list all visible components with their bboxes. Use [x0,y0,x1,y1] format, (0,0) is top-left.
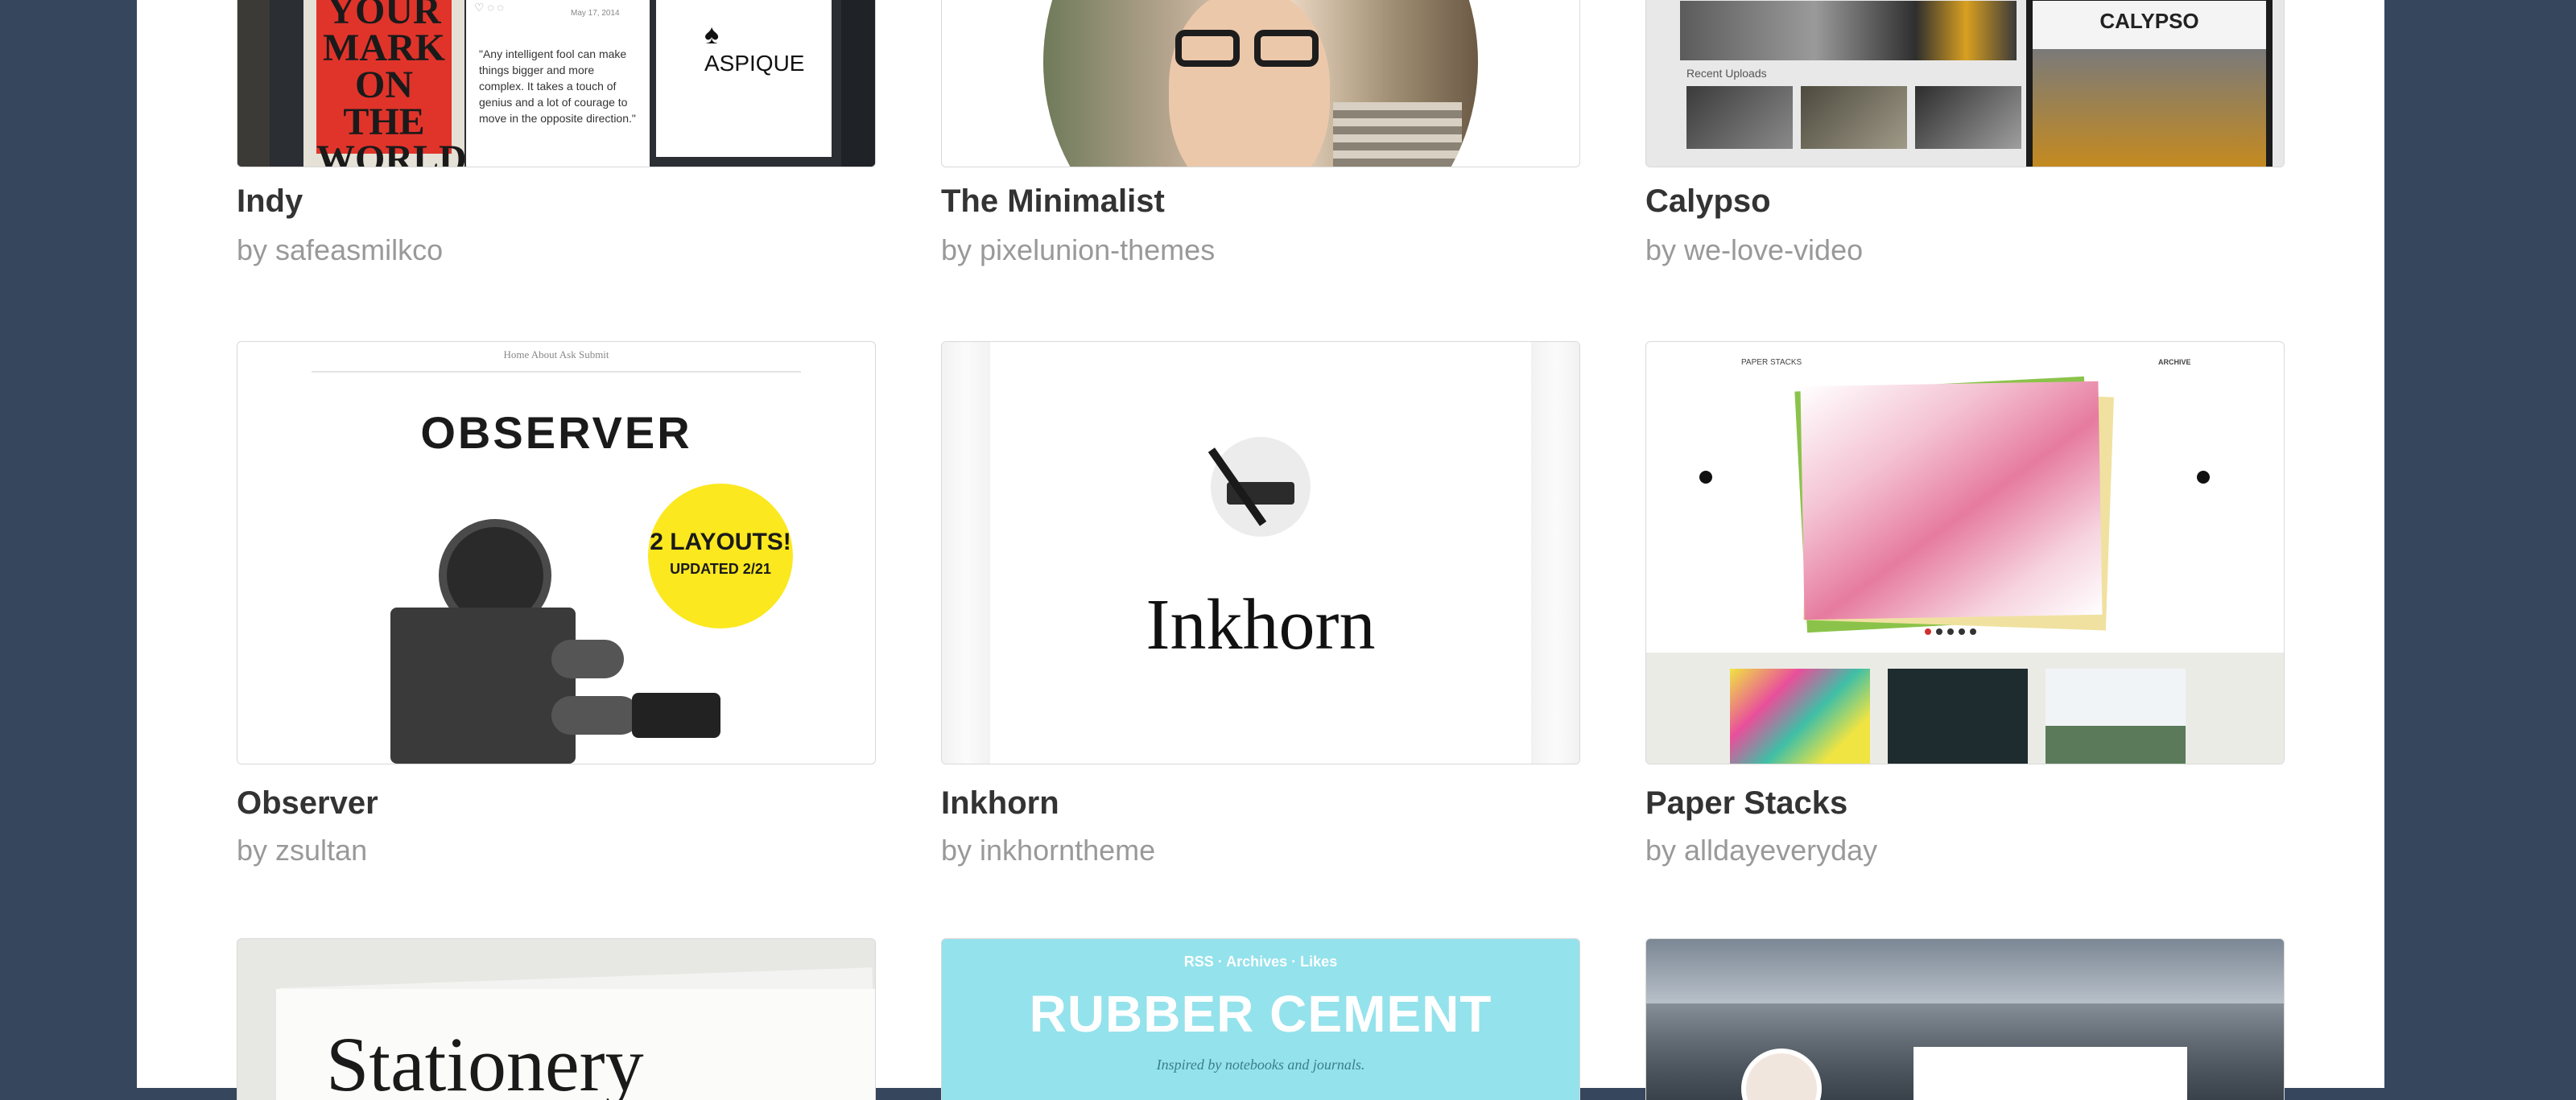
theme-preview-mountain[interactable] [1645,938,2285,1100]
theme-title[interactable]: Indy [237,183,303,220]
indy-quote-date: May 17, 2014 [571,9,620,18]
indy-card-tile: ♠ ASPIQUE [656,0,832,157]
theme-gallery-panel: YOUR MARK ON THE WORLD May 17, 2014 ♡ ◌ … [137,0,2384,1100]
paper-thumb-2 [1888,669,2028,764]
theme-author[interactable]: by inkhorntheme [941,834,1155,867]
rubber-cement-heading: RUBBER CEMENT [1029,985,1492,1043]
minimalist-portrait-circle [1043,0,1478,167]
inkhorn-left-rail [942,342,990,764]
observer-nav: Home About Ask Submit [503,348,609,360]
mountain-post-card [1913,1047,2187,1100]
poster-line-3: ON THE [343,64,425,143]
theme-title[interactable]: The Minimalist [941,183,1165,220]
inkhorn-pen-icon [1208,437,1311,537]
calypso-upload-thumb-3 [1915,86,2021,149]
indy-wood-edge [237,0,270,167]
calypso-upload-thumb-2 [1801,86,1907,149]
poster-line-4: WORLD [316,138,467,167]
theme-preview-stationery[interactable]: Stationery [237,938,876,1100]
calypso-phone-frame: CALYPSO [2026,0,2273,167]
theme-preview-observer[interactable]: Home About Ask Submit OBSERVER 2 LAYOUTS… [237,341,876,764]
minimalist-face [1169,0,1330,167]
paper-stacks-label: PAPER STACKS [1741,358,1802,367]
inkhorn-wordmark: Inkhorn [1146,585,1376,665]
indy-poster: YOUR MARK ON THE WORLD [316,0,467,167]
indy-quote-text: "Any intelligent fool can make things bi… [479,47,636,125]
theme-author[interactable]: by zsultan [237,834,367,867]
carousel-indicator[interactable] [1925,628,1976,635]
observer-badge-line-2: UPDATED 2/21 [670,561,771,577]
indy-spade-icon: ♠ [704,20,720,50]
theme-title[interactable]: Calypso [1645,183,1771,220]
indy-post-icons: ♡ ◌ ◌ [474,1,504,14]
book-stack [1333,102,1462,167]
indy-card-label: ASPIQUE [704,51,805,76]
theme-preview-inkhorn[interactable]: Inkhorn [941,341,1580,764]
theme-title[interactable]: Observer [237,785,378,822]
theme-preview-paper-stacks[interactable]: PAPER STACKS ARCHIVE [1645,341,2285,764]
next-dot-icon[interactable] [2197,471,2210,484]
calypso-upload-thumb-1 [1686,86,1793,149]
prev-dot-icon[interactable] [1699,471,1712,484]
theme-preview-the-minimalist[interactable] [941,0,1580,167]
calypso-hero-video [1680,1,2017,60]
theme-preview-calypso[interactable]: Recent Uploads CALYPSO [1645,0,2285,167]
theme-author[interactable]: by pixelunion-themes [941,233,1215,267]
theme-title[interactable]: Inkhorn [941,785,1059,822]
observer-badge: 2 LAYOUTS! UPDATED 2/21 [648,484,793,628]
observer-heading: OBSERVER [420,407,692,458]
observer-badge-line-1: 2 LAYOUTS! [650,529,791,555]
observer-divider [312,371,801,373]
poster-line-2: MARK [323,27,445,69]
observer-camera-icon [390,519,720,764]
glasses-right-lens [1254,30,1319,67]
inkhorn-right-rail [1531,342,1579,764]
indy-quote-card: May 17, 2014 ♡ ◌ ◌ "Any intelligent fool… [466,0,650,167]
stationery-wordmark: Stationery [326,1021,644,1100]
calypso-brand: CALYPSO [2099,9,2199,33]
poster-line-1: YOUR [327,0,441,32]
theme-title[interactable]: Paper Stacks [1645,785,1847,822]
paper-stacks-archive: ARCHIVE [2158,358,2191,366]
paper-thumb-1 [1730,669,1870,764]
theme-author[interactable]: by alldayeveryday [1645,834,1877,867]
indy-right-edge [841,0,875,167]
rubber-cement-tagline: Inspired by notebooks and journals. [1156,1057,1365,1073]
theme-preview-indy[interactable]: YOUR MARK ON THE WORLD May 17, 2014 ♡ ◌ … [237,0,876,167]
theme-preview-rubber-cement[interactable]: RSS · Archives · Likes RUBBER CEMENT Ins… [941,938,1580,1100]
theme-author[interactable]: by we-love-video [1645,233,1863,267]
theme-author[interactable]: by safeasmilkco [237,233,443,267]
glasses-left-lens [1175,30,1240,67]
paper-thumb-3 [2046,669,2186,764]
calypso-uploads-label: Recent Uploads [1686,67,1767,80]
rubber-cement-nav: RSS · Archives · Likes [1183,954,1338,970]
paper-stack-top [1800,381,2103,620]
